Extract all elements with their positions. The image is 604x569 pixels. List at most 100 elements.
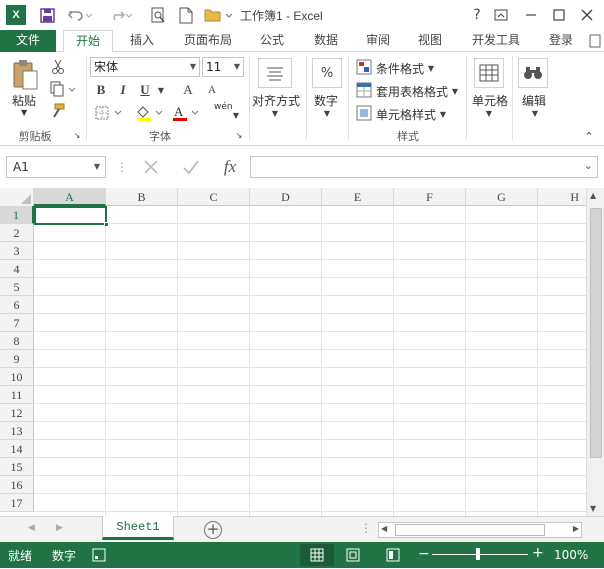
row-header-9[interactable]: 9 xyxy=(0,350,34,368)
collapse-ribbon-icon[interactable]: ⌃ xyxy=(582,130,596,143)
formula-input[interactable]: ⌄ xyxy=(250,156,598,178)
cell-style-label[interactable]: 单元格样式 xyxy=(376,106,436,123)
account-icon[interactable] xyxy=(588,30,602,52)
font-name-select[interactable]: 宋体 ▼ xyxy=(90,57,200,77)
select-all-button[interactable] xyxy=(0,188,34,206)
tab-page-layout[interactable]: 页面布局 xyxy=(180,30,236,52)
chevron-down-icon[interactable]: ▼ xyxy=(438,109,448,119)
insert-function-icon[interactable]: fx xyxy=(218,156,242,178)
fill-color-icon[interactable] xyxy=(134,104,166,122)
chevron-down-icon[interactable]: ▼ xyxy=(450,86,460,96)
tab-file[interactable]: 文件 xyxy=(0,30,56,52)
row-header-2[interactable]: 2 xyxy=(0,224,34,242)
tab-home[interactable]: 开始 xyxy=(63,30,113,53)
excel-logo-icon[interactable]: X xyxy=(6,5,26,25)
worksheet-grid[interactable]: A B C D E F G H 1 2 3 4 5 6 7 8 9 10 11 12 13 14 15 16 1… xyxy=(0,188,586,516)
column-header-f[interactable]: F xyxy=(394,188,466,206)
column-header-b[interactable]: B xyxy=(106,188,178,206)
row-header-12[interactable]: 12 xyxy=(0,404,34,422)
minimize-icon[interactable] xyxy=(520,4,542,26)
tab-review[interactable]: 审阅 xyxy=(358,30,398,52)
phonetic-dropdown-icon[interactable]: ▼ xyxy=(230,110,242,120)
save-icon[interactable] xyxy=(36,5,58,25)
page-layout-view-icon[interactable] xyxy=(346,548,360,562)
sheet-tab-sheet1[interactable]: Sheet1 xyxy=(102,516,174,540)
ribbon-display-options-icon[interactable] xyxy=(490,4,512,26)
splitter-icon[interactable]: ⋮ xyxy=(360,521,372,535)
tab-view[interactable]: 视图 xyxy=(410,30,450,52)
number-label[interactable]: 数字 xyxy=(314,92,338,109)
zoom-slider-thumb[interactable] xyxy=(476,548,480,560)
column-header-g[interactable]: G xyxy=(466,188,538,206)
tab-data[interactable]: 数据 xyxy=(306,30,346,52)
row-header-10[interactable]: 10 xyxy=(0,368,34,386)
column-header-e[interactable]: E xyxy=(322,188,394,206)
table-format-label[interactable]: 套用表格格式 xyxy=(376,83,448,100)
shrink-font-button[interactable]: A xyxy=(204,82,220,98)
open-folder-icon[interactable] xyxy=(204,5,234,25)
vertical-scrollbar[interactable]: ▲ ▼ xyxy=(586,188,604,516)
font-size-select[interactable]: 11 ▼ xyxy=(202,57,244,77)
column-header-h[interactable]: H xyxy=(538,188,586,206)
row-header-7[interactable]: 7 xyxy=(0,314,34,332)
help-icon[interactable]: ? xyxy=(466,4,488,26)
row-header-1[interactable]: 1 xyxy=(0,206,34,224)
scroll-right-icon[interactable]: ▶ xyxy=(573,524,579,533)
copy-icon[interactable] xyxy=(48,80,78,98)
close-icon[interactable] xyxy=(576,4,598,26)
zoom-in-icon[interactable]: + xyxy=(532,545,544,561)
row-header-8[interactable]: 8 xyxy=(0,332,34,350)
cancel-icon[interactable] xyxy=(140,158,162,176)
row-header-13[interactable]: 13 xyxy=(0,422,34,440)
scroll-up-icon[interactable]: ▲ xyxy=(590,191,596,200)
format-painter-icon[interactable] xyxy=(48,102,68,120)
cells-dropdown-icon[interactable]: ▼ xyxy=(484,108,494,118)
cell-style-icon[interactable] xyxy=(356,105,372,121)
underline-dropdown-icon[interactable]: ▼ xyxy=(156,82,166,98)
scroll-left-icon[interactable]: ◀ xyxy=(381,524,387,533)
clipboard-launcher-icon[interactable]: ↘ xyxy=(72,130,82,140)
scroll-down-icon[interactable]: ▼ xyxy=(590,504,596,513)
row-header-17[interactable]: 17 xyxy=(0,494,34,512)
paste-label[interactable]: 粘贴 xyxy=(12,92,36,109)
row-header-11[interactable]: 11 xyxy=(0,386,34,404)
expand-formula-bar-icon[interactable]: ⌄ xyxy=(584,159,593,172)
conditional-format-icon[interactable] xyxy=(356,59,372,75)
borders-icon[interactable] xyxy=(94,104,126,122)
zoom-level[interactable]: 100% xyxy=(554,548,588,562)
alignment-icon[interactable] xyxy=(258,58,292,88)
font-launcher-icon[interactable]: ↘ xyxy=(234,130,244,140)
paste-dropdown-icon[interactable]: ▼ xyxy=(21,108,27,117)
column-header-d[interactable]: D xyxy=(250,188,322,206)
tab-insert[interactable]: 插入 xyxy=(122,30,162,52)
underline-button[interactable]: U xyxy=(138,82,152,98)
new-document-icon[interactable] xyxy=(176,5,196,25)
cut-icon[interactable] xyxy=(48,58,68,76)
grow-font-button[interactable]: A xyxy=(180,82,196,98)
editing-label[interactable]: 编辑 xyxy=(522,92,546,109)
row-header-5[interactable]: 5 xyxy=(0,278,34,296)
horizontal-scrollbar[interactable]: ◀ ▶ xyxy=(378,522,582,538)
enter-icon[interactable] xyxy=(180,158,202,176)
new-sheet-button[interactable]: + xyxy=(204,521,222,539)
login-link[interactable]: 登录 xyxy=(540,30,582,52)
font-color-icon[interactable]: A xyxy=(170,104,202,122)
next-sheet-icon[interactable]: ▶ xyxy=(56,523,63,533)
row-header-4[interactable]: 4 xyxy=(0,260,34,278)
row-header-6[interactable]: 6 xyxy=(0,296,34,314)
cells-label[interactable]: 单元格 xyxy=(472,92,508,109)
row-header-14[interactable]: 14 xyxy=(0,440,34,458)
macro-record-icon[interactable] xyxy=(92,548,106,562)
binoculars-icon[interactable] xyxy=(518,58,548,88)
normal-view-button[interactable] xyxy=(300,544,334,566)
cells-icon[interactable] xyxy=(474,58,504,88)
tab-formulas[interactable]: 公式 xyxy=(252,30,292,52)
active-cell-a1[interactable] xyxy=(34,206,109,227)
zoom-slider[interactable] xyxy=(432,554,528,555)
column-header-a[interactable]: A xyxy=(34,188,106,206)
prev-sheet-icon[interactable]: ◀ xyxy=(28,523,35,533)
alignment-dropdown-icon[interactable]: ▼ xyxy=(270,108,280,118)
horizontal-scroll-thumb[interactable] xyxy=(395,524,545,536)
table-format-icon[interactable] xyxy=(356,82,372,98)
name-box[interactable]: A1 ▼ xyxy=(6,156,106,178)
